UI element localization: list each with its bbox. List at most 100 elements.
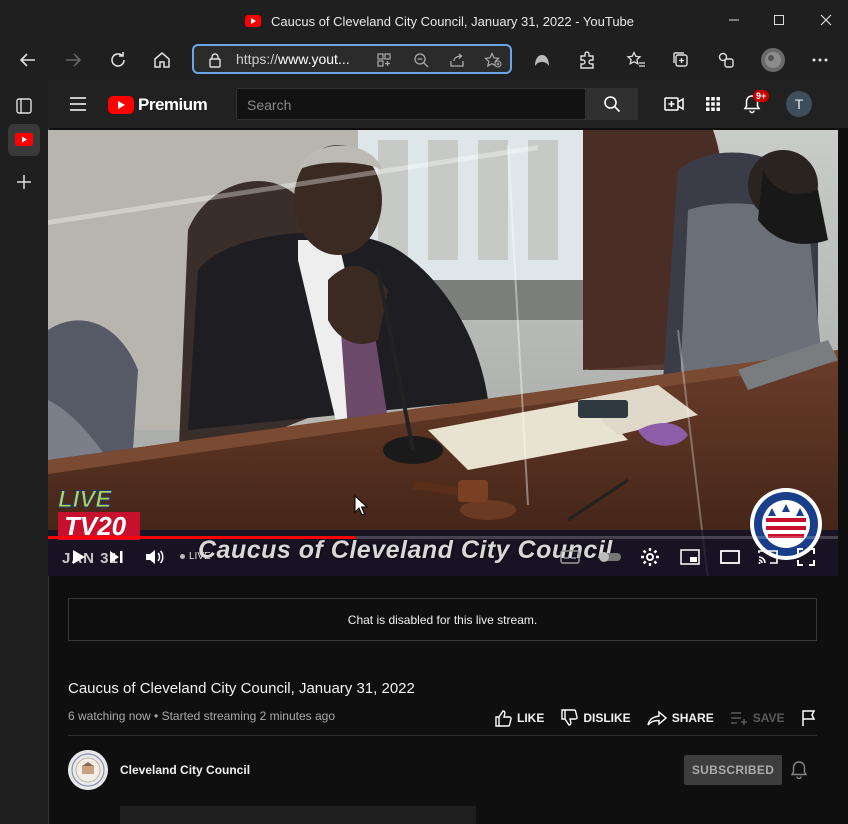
chat-disabled-message: Chat is disabled for this live stream.	[347, 612, 538, 627]
new-tab-button[interactable]	[8, 166, 40, 198]
report-button[interactable]	[801, 709, 817, 727]
create-video-icon	[664, 97, 684, 111]
lock-icon[interactable]	[206, 51, 224, 69]
refresh-icon	[111, 52, 125, 67]
search-icon	[604, 96, 621, 113]
video-frame	[48, 130, 838, 576]
youtube-premium-logo[interactable]: Premium	[108, 95, 208, 115]
miniplayer-button[interactable]	[678, 545, 702, 569]
description-placeholder	[120, 806, 476, 824]
play-button[interactable]	[66, 545, 90, 569]
theater-icon	[720, 550, 740, 564]
channel-name[interactable]: Cleveland City Council	[120, 763, 250, 777]
share-label: SHARE	[671, 711, 714, 725]
volume-icon	[146, 550, 164, 564]
youtube-tab[interactable]	[8, 124, 40, 156]
playlist-add-icon	[730, 712, 747, 725]
channel-avatar[interactable]	[68, 750, 108, 790]
mute-button[interactable]	[142, 545, 166, 569]
back-button[interactable]	[14, 46, 42, 74]
url-text: https://www.yout...	[236, 51, 350, 67]
window-title-bar: Caucus of Cleveland City Council, Januar…	[0, 0, 848, 40]
player-controls: LIVE	[48, 538, 838, 576]
cast-button[interactable]	[756, 545, 780, 569]
subtitles-button[interactable]	[558, 545, 582, 569]
guide-menu-button[interactable]	[66, 92, 90, 116]
home-icon	[154, 52, 170, 68]
share-icon[interactable]	[448, 51, 466, 69]
share-button[interactable]: SHARE	[647, 710, 714, 726]
save-button[interactable]: SAVE	[730, 710, 785, 726]
window-title-text: Caucus of Cleveland City Council, Januar…	[271, 13, 635, 29]
settings-button[interactable]	[638, 545, 662, 569]
apps-button[interactable]	[701, 92, 725, 116]
save-label: SAVE	[752, 711, 785, 725]
forward-arrow-icon	[66, 53, 82, 67]
split-screen-button[interactable]	[712, 46, 740, 74]
live-indicator[interactable]: LIVE	[180, 551, 211, 562]
forward-button[interactable]	[59, 46, 87, 74]
home-button[interactable]	[148, 46, 176, 74]
youtube-header: Premium 9+ T	[48, 80, 848, 128]
miniplayer-icon	[680, 549, 700, 565]
theater-mode-button[interactable]	[718, 545, 742, 569]
maximize-button[interactable]	[765, 8, 793, 32]
station-logo-top: LIVE	[58, 486, 112, 513]
account-avatar[interactable]: T	[786, 91, 812, 117]
dislike-label: DISLIKE	[583, 711, 631, 725]
apps-grid-icon	[706, 97, 720, 111]
favorites-icon	[626, 50, 645, 67]
play-icon	[73, 550, 85, 564]
favorites-button[interactable]	[622, 46, 650, 74]
channel-notifications-button[interactable]	[790, 760, 812, 782]
thumbs-down-icon	[561, 709, 579, 726]
favorite-add-icon[interactable]	[484, 51, 502, 69]
search-box	[236, 88, 589, 121]
autoplay-icon	[599, 552, 621, 562]
subscribed-button[interactable]: SUBSCRIBED	[684, 755, 782, 785]
gear-icon	[641, 548, 659, 566]
zoom-out-icon[interactable]	[412, 51, 430, 69]
video-meta: 6 watching now • Started streaming 2 min…	[68, 709, 336, 723]
fullscreen-icon	[797, 548, 815, 566]
notification-badge: 9+	[753, 90, 770, 102]
video-actions: LIKE DISLIKE SHARE SAVE	[494, 708, 817, 728]
close-button[interactable]	[812, 8, 840, 32]
like-button[interactable]: LIKE	[494, 709, 544, 727]
extensions-icon	[580, 51, 594, 69]
address-bar[interactable]: https://www.yout...	[192, 44, 512, 74]
mouse-cursor-icon	[354, 495, 368, 516]
live-label: LIVE	[189, 551, 211, 562]
refresh-button[interactable]	[104, 46, 132, 74]
profile-avatar-button[interactable]	[759, 46, 787, 74]
logo-text: Premium	[138, 95, 208, 114]
browser-toolbar: https://www.yout...	[0, 40, 848, 80]
extensions-button[interactable]	[573, 46, 601, 74]
minimize-button[interactable]	[720, 8, 748, 32]
share-arrow-icon	[647, 710, 667, 726]
next-icon	[110, 551, 123, 563]
like-label: LIKE	[517, 711, 545, 725]
profile-mask-icon	[535, 55, 549, 66]
youtube-tab-icon	[15, 133, 33, 146]
video-title: Caucus of Cleveland City Council, Januar…	[68, 680, 415, 697]
url-prefix: https://	[236, 51, 279, 67]
tab-actions-button[interactable]	[8, 90, 40, 122]
next-button[interactable]	[104, 545, 128, 569]
dislike-button[interactable]: DISLIKE	[560, 709, 631, 727]
more-button[interactable]	[806, 46, 834, 74]
search-button[interactable]	[586, 88, 638, 120]
collections-button[interactable]	[667, 46, 695, 74]
fullscreen-button[interactable]	[794, 545, 818, 569]
more-icon	[812, 58, 828, 62]
create-button[interactable]	[662, 92, 686, 116]
profile-mask-button[interactable]	[528, 46, 556, 74]
search-input[interactable]	[237, 89, 589, 121]
app-grid-icon[interactable]	[375, 51, 393, 69]
youtube-favicon-icon	[245, 15, 261, 27]
youtube-logo-icon	[108, 96, 134, 114]
autoplay-toggle[interactable]	[598, 545, 622, 569]
video-player[interactable]: LIVE TV20 Caucus of Cleveland City Counc…	[48, 130, 838, 576]
tabs-icon	[16, 98, 32, 114]
url-host: www.yout...	[278, 51, 350, 67]
